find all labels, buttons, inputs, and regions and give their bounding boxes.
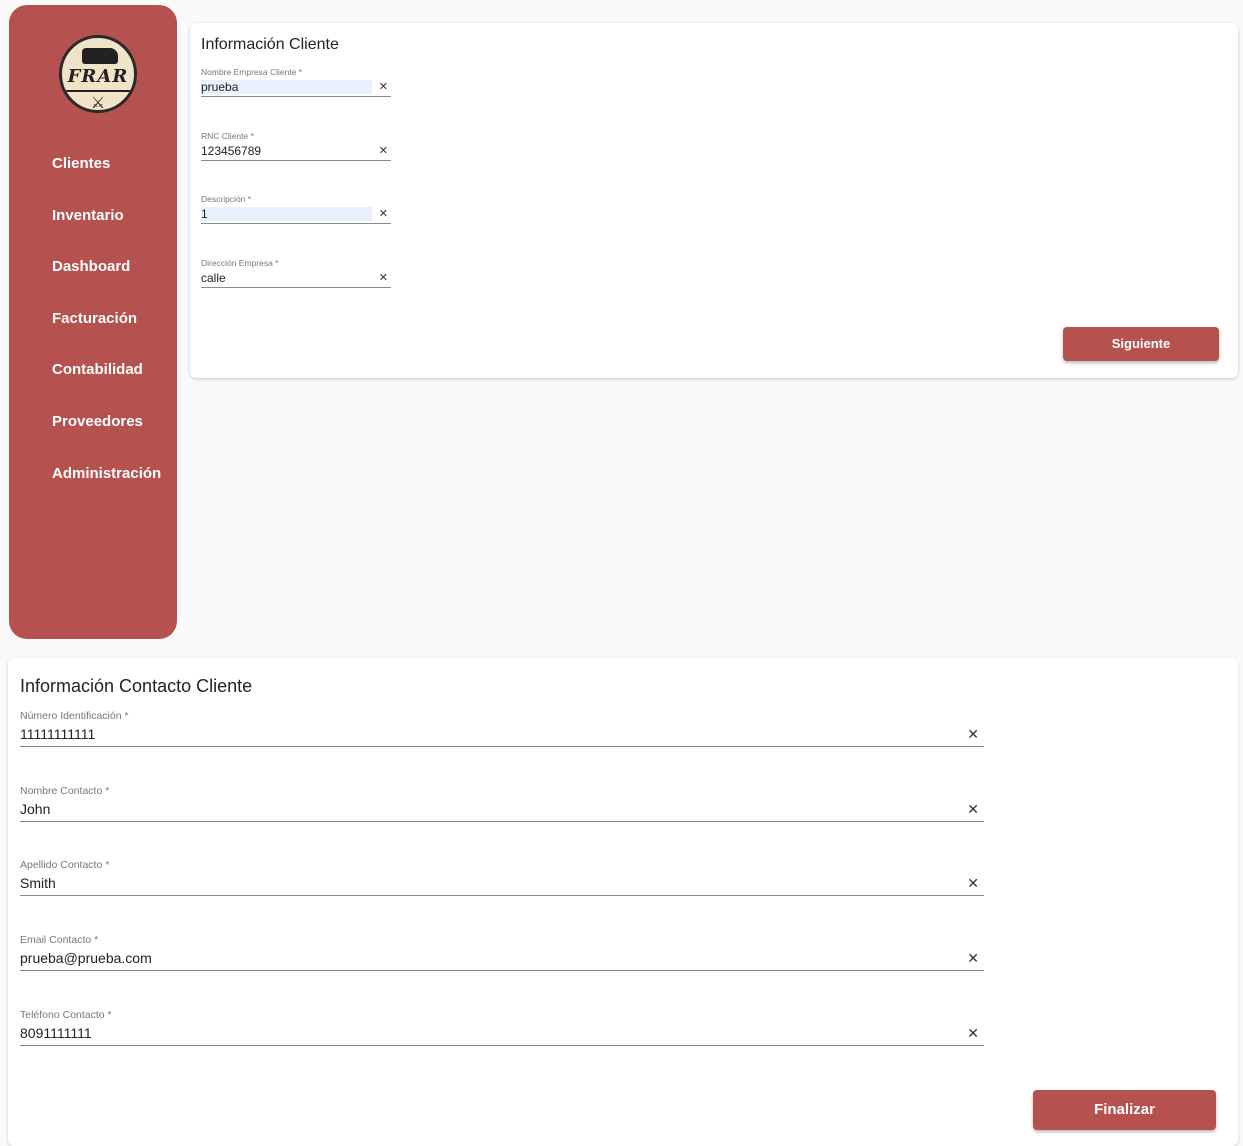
contact-first-name-input[interactable]: John (20, 800, 50, 818)
sidebar-item-proveedores[interactable]: Proveedores (52, 411, 161, 463)
contact-last-name-label: Apellido Contacto * (20, 859, 110, 871)
cow-icon (82, 48, 118, 64)
description-field: Descripción * 1 ✕ (201, 194, 391, 224)
id-number-label: Número Identificación * (20, 710, 129, 722)
company-address-input[interactable]: calle (201, 271, 372, 285)
rnc-input[interactable]: 123456789 (201, 144, 372, 158)
sidebar-item-dashboard[interactable]: Dashboard (52, 256, 161, 308)
contact-first-name-label: Nombre Contacto * (20, 785, 110, 797)
contact-first-name-field: Nombre Contacto * John ✕ (20, 785, 984, 822)
contact-phone-field: Teléfono Contacto * 8091111111 ✕ (20, 1009, 984, 1046)
description-label: Descripción * (201, 194, 252, 204)
close-icon[interactable]: ✕ (967, 727, 979, 743)
sidebar-nav: Clientes Inventario Dashboard Facturació… (52, 153, 161, 514)
close-icon[interactable]: ✕ (967, 876, 979, 892)
contact-info-card: Información Contacto Cliente Número Iden… (8, 658, 1238, 1146)
close-icon[interactable]: ✕ (967, 951, 979, 967)
next-button[interactable]: Siguiente (1063, 327, 1219, 361)
contact-phone-input[interactable]: 8091111111 (20, 1024, 92, 1042)
close-icon[interactable]: ✕ (379, 144, 388, 157)
contact-last-name-input[interactable]: Smith (20, 874, 56, 892)
close-icon[interactable]: ✕ (967, 1026, 979, 1042)
contact-email-label: Email Contacto * (20, 934, 99, 946)
contact-email-input[interactable]: prueba@prueba.com (20, 949, 152, 967)
contact-phone-label: Teléfono Contacto * (20, 1009, 112, 1021)
description-input[interactable]: 1 (201, 206, 372, 221)
client-info-title: Información Cliente (201, 36, 339, 53)
company-name-field: Nombre Empresa Cliente * prueba ✕ (201, 67, 391, 97)
contact-last-name-field: Apellido Contacto * Smith ✕ (20, 859, 984, 896)
sidebar: FRAR ⚔ Clientes Inventario Dashboard Fac… (9, 5, 177, 639)
brand-logo-text: FRAR (67, 66, 129, 87)
client-info-screen: FRAR ⚔ Clientes Inventario Dashboard Fac… (0, 0, 1243, 643)
client-info-card: Información Cliente Nombre Empresa Clien… (190, 23, 1238, 378)
contact-info-title: Información Contacto Cliente (20, 676, 253, 696)
close-icon[interactable]: ✕ (379, 80, 388, 93)
crossed-knives-icon: ⚔ (90, 93, 106, 112)
id-number-input[interactable]: 11111111111 (20, 725, 95, 743)
company-address-field: Dirección Empresa * calle ✕ (201, 258, 391, 288)
finish-button[interactable]: Finalizar (1033, 1090, 1216, 1130)
contact-info-screen: Información Contacto Cliente Número Iden… (0, 643, 1243, 1146)
rnc-field: RNC Cliente * 123456789 ✕ (201, 131, 391, 161)
company-name-input[interactable]: prueba (201, 79, 372, 94)
close-icon[interactable]: ✕ (379, 271, 388, 284)
company-name-label: Nombre Empresa Cliente * (201, 67, 303, 77)
rnc-label: RNC Cliente * (201, 131, 254, 141)
contact-email-field: Email Contacto * prueba@prueba.com ✕ (20, 934, 984, 971)
close-icon[interactable]: ✕ (379, 207, 388, 220)
id-number-field: Número Identificación * 11111111111 ✕ (20, 710, 984, 747)
sidebar-item-administracion[interactable]: Administración (52, 463, 161, 515)
close-icon[interactable]: ✕ (967, 802, 979, 818)
sidebar-item-clientes[interactable]: Clientes (52, 153, 161, 205)
sidebar-item-facturacion[interactable]: Facturación (52, 308, 161, 360)
company-address-label: Dirección Empresa * (201, 258, 279, 268)
sidebar-item-contabilidad[interactable]: Contabilidad (52, 359, 161, 411)
brand-logo[interactable]: FRAR ⚔ (59, 35, 137, 113)
sidebar-item-inventario[interactable]: Inventario (52, 205, 161, 257)
